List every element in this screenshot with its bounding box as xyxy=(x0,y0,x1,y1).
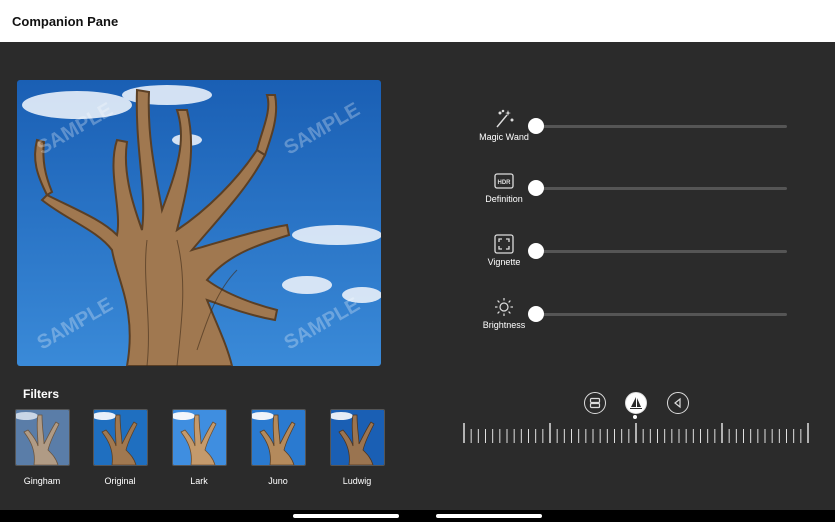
ruler-ticks xyxy=(463,423,809,443)
slider-thumb[interactable] xyxy=(528,243,544,259)
slider-label: Magic Wand xyxy=(479,132,529,142)
layers-icon xyxy=(589,397,601,409)
sun-icon xyxy=(490,296,518,318)
filters-heading: Filters xyxy=(23,387,60,401)
filter-original[interactable]: Original xyxy=(92,409,148,486)
slider-label: Vignette xyxy=(487,257,521,267)
brightness-adjustment: Brightness xyxy=(470,298,800,338)
filter-thumbnail xyxy=(92,409,148,466)
photo-image: SAMPLE SAMPLE SAMPLE SAMPLE xyxy=(17,80,381,366)
slider-label: Definition xyxy=(485,194,523,204)
sailboat-icon xyxy=(630,397,642,409)
slider-thumb[interactable] xyxy=(528,180,544,196)
flip-mode-button[interactable] xyxy=(667,392,689,414)
straighten-mode-button[interactable] xyxy=(625,392,647,414)
window-title: Companion Pane xyxy=(12,13,119,29)
magic-wand-icon xyxy=(490,108,518,130)
filter-gingham[interactable]: Gingham xyxy=(14,409,70,486)
photo-preview: SAMPLE SAMPLE SAMPLE SAMPLE xyxy=(17,80,381,366)
gesture-handle-left[interactable] xyxy=(293,514,399,518)
gesture-handle-right[interactable] xyxy=(436,514,542,518)
filter-thumbnail xyxy=(14,409,70,466)
slider-thumb[interactable] xyxy=(528,306,544,322)
hdr-icon-text: HDR xyxy=(498,180,512,186)
rotation-ruler[interactable] xyxy=(462,421,810,445)
filter-label: Original xyxy=(104,476,136,486)
filter-label: Ludwig xyxy=(342,476,372,486)
filter-label: Juno xyxy=(268,476,288,486)
magic-wand-adjustment: Magic Wand xyxy=(470,108,800,150)
filter-juno[interactable]: Juno xyxy=(250,409,306,486)
layers-mode-button[interactable] xyxy=(584,392,606,414)
active-mode-indicator xyxy=(633,415,637,419)
title-bar: Companion Pane xyxy=(0,0,835,42)
hdr-icon: HDR xyxy=(490,170,518,192)
vignette-adjustment: Vignette xyxy=(470,233,800,275)
magic-wand-slider[interactable] xyxy=(528,118,787,134)
slider-thumb[interactable] xyxy=(528,118,544,134)
filter-label: Lark xyxy=(190,476,208,486)
filter-lark[interactable]: Lark xyxy=(171,409,227,486)
brightness-slider[interactable] xyxy=(528,306,787,322)
filter-ludwig[interactable]: Ludwig xyxy=(329,409,385,486)
filter-thumbnail xyxy=(171,409,227,466)
flip-icon xyxy=(674,397,681,409)
vignette-icon xyxy=(490,233,518,255)
filter-label: Gingham xyxy=(23,476,61,486)
definition-adjustment: HDR Definition xyxy=(470,172,800,212)
definition-slider[interactable] xyxy=(528,180,787,196)
filter-thumbnail xyxy=(250,409,306,466)
system-navigation-bar xyxy=(0,510,835,522)
slider-label: Brightness xyxy=(482,320,526,330)
filter-thumbnail xyxy=(329,409,385,466)
vignette-slider[interactable] xyxy=(528,243,787,259)
